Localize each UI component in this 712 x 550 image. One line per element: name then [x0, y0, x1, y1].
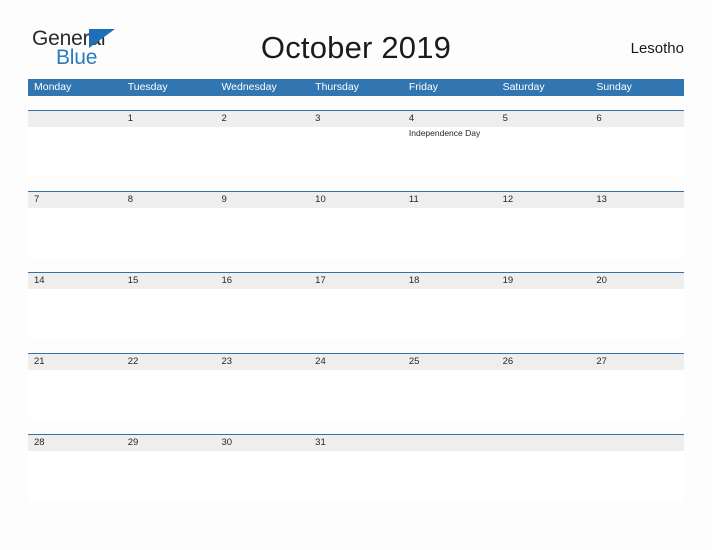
day-number[interactable]: 7 [28, 192, 122, 208]
week-date-band: 14 15 16 17 18 19 20 [28, 273, 684, 289]
day-cell[interactable] [497, 208, 591, 258]
day-cell[interactable] [28, 289, 122, 339]
day-cell[interactable] [403, 451, 497, 501]
day-number[interactable]: 8 [122, 192, 216, 208]
week-body-row [28, 289, 684, 339]
day-cell[interactable] [215, 370, 309, 420]
day-cell[interactable] [122, 370, 216, 420]
day-number[interactable]: 6 [590, 111, 684, 127]
weekday-header-sunday: Sunday [596, 81, 632, 93]
weekday-header-thursday: Thursday [315, 81, 359, 93]
day-number[interactable]: 31 [309, 435, 403, 451]
day-number[interactable]: 15 [122, 273, 216, 289]
day-number[interactable]: 20 [590, 273, 684, 289]
weekday-header-saturday: Saturday [502, 81, 545, 93]
day-number[interactable]: 18 [403, 273, 497, 289]
day-cell[interactable] [309, 127, 403, 177]
week-date-band: 28 29 30 31 [28, 435, 684, 451]
day-number[interactable]: 12 [497, 192, 591, 208]
page-header: General Blue October 2019 Lesotho [28, 26, 684, 72]
day-cell[interactable] [497, 127, 591, 177]
day-number[interactable]: 30 [215, 435, 309, 451]
day-number[interactable]: 26 [497, 354, 591, 370]
day-number[interactable] [590, 435, 684, 451]
day-cell[interactable] [122, 127, 216, 177]
week-body-row [28, 208, 684, 258]
day-cell[interactable] [590, 451, 684, 501]
weekday-header-tuesday: Tuesday [127, 81, 168, 93]
day-cell[interactable] [215, 208, 309, 258]
day-cell[interactable] [309, 370, 403, 420]
day-cell[interactable] [403, 370, 497, 420]
weekday-header-wednesday: Wednesday [221, 81, 277, 93]
week-row: 28 29 30 31 [28, 434, 684, 501]
day-number[interactable]: 11 [403, 192, 497, 208]
week-row: 7 8 9 10 11 12 13 [28, 191, 684, 258]
day-number[interactable] [28, 111, 122, 127]
event-label: Independence Day [408, 128, 481, 138]
day-number[interactable] [403, 435, 497, 451]
day-number[interactable]: 14 [28, 273, 122, 289]
day-number[interactable]: 21 [28, 354, 122, 370]
day-number[interactable]: 3 [309, 111, 403, 127]
day-cell[interactable] [28, 208, 122, 258]
weekday-header-monday: Monday [34, 81, 72, 93]
day-number[interactable]: 13 [590, 192, 684, 208]
day-cell[interactable] [28, 451, 122, 501]
day-cell[interactable] [590, 127, 684, 177]
week-body-row [28, 451, 684, 501]
day-number[interactable]: 28 [28, 435, 122, 451]
day-cell[interactable] [309, 451, 403, 501]
day-cell[interactable] [28, 370, 122, 420]
day-cell[interactable] [122, 451, 216, 501]
day-number[interactable] [497, 435, 591, 451]
day-number[interactable]: 1 [122, 111, 216, 127]
week-body-row [28, 370, 684, 420]
country-label: Lesotho [630, 40, 684, 57]
calendar-grid: Monday Tuesday Wednesday Thursday Friday… [28, 79, 684, 501]
day-cell[interactable] [590, 208, 684, 258]
day-cell[interactable] [122, 208, 216, 258]
week-date-band: 21 22 23 24 25 26 27 [28, 354, 684, 370]
weekday-header-row: Monday Tuesday Wednesday Thursday Friday… [28, 79, 684, 96]
week-row: 14 15 16 17 18 19 20 [28, 272, 684, 339]
day-cell[interactable] [215, 127, 309, 177]
week-row: 1 2 3 4 5 6 Independence Day [28, 110, 684, 177]
day-cell[interactable] [590, 370, 684, 420]
day-number[interactable]: 29 [122, 435, 216, 451]
week-body-row: Independence Day [28, 127, 684, 177]
day-number[interactable]: 23 [215, 354, 309, 370]
day-number[interactable]: 16 [215, 273, 309, 289]
day-number[interactable]: 19 [497, 273, 591, 289]
week-row: 21 22 23 24 25 26 27 [28, 353, 684, 420]
day-cell[interactable] [215, 451, 309, 501]
day-number[interactable]: 22 [122, 354, 216, 370]
day-cell[interactable] [590, 289, 684, 339]
day-cell[interactable] [403, 289, 497, 339]
weekday-header-friday: Friday [408, 81, 439, 93]
day-cell[interactable] [28, 127, 122, 177]
day-number[interactable]: 4 [403, 111, 497, 127]
day-cell[interactable] [497, 451, 591, 501]
day-number[interactable]: 24 [309, 354, 403, 370]
day-number[interactable]: 27 [590, 354, 684, 370]
day-cell[interactable] [403, 208, 497, 258]
day-number[interactable]: 25 [403, 354, 497, 370]
day-number[interactable]: 2 [215, 111, 309, 127]
day-number[interactable]: 9 [215, 192, 309, 208]
day-cell[interactable] [309, 289, 403, 339]
day-cell[interactable] [122, 289, 216, 339]
day-cell[interactable] [215, 289, 309, 339]
day-cell[interactable]: Independence Day [403, 127, 497, 177]
day-cell[interactable] [497, 370, 591, 420]
calendar-page: General Blue October 2019 Lesotho Monday… [0, 0, 712, 550]
week-date-band: 7 8 9 10 11 12 13 [28, 192, 684, 208]
day-number[interactable]: 17 [309, 273, 403, 289]
day-number[interactable]: 10 [309, 192, 403, 208]
day-cell[interactable] [309, 208, 403, 258]
day-cell[interactable] [497, 289, 591, 339]
page-title: October 2019 [260, 30, 452, 65]
day-number[interactable]: 5 [497, 111, 591, 127]
week-date-band: 1 2 3 4 5 6 [28, 111, 684, 127]
